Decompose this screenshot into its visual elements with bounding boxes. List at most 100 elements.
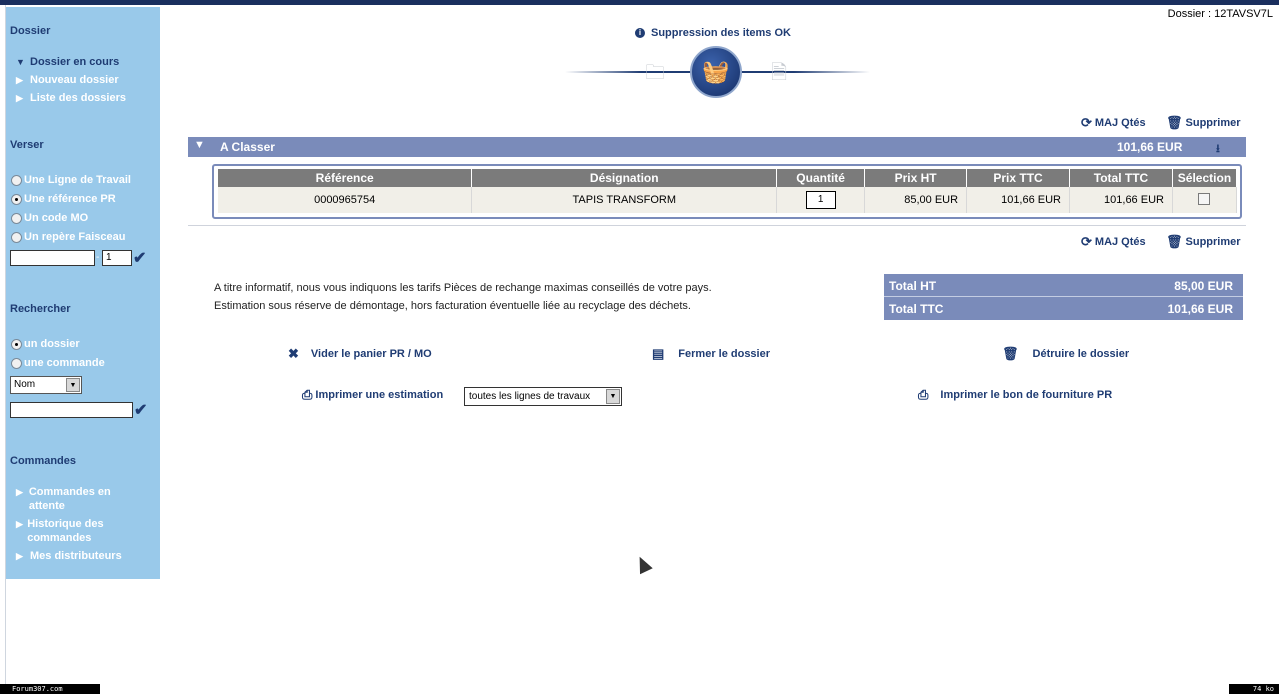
radio-label: Une Ligne de Travail bbox=[24, 174, 131, 186]
download-icon[interactable]: ⭳ bbox=[1216, 140, 1220, 159]
estimation-select[interactable]: toutes les lignes de travaux ▼ bbox=[464, 387, 622, 406]
col-total-ttc: Total TTC bbox=[1069, 169, 1173, 187]
select-value: Nom bbox=[14, 379, 36, 390]
cell-prix-ht: 85,00 EUR bbox=[864, 187, 968, 213]
section-amount: 101,66 EUR bbox=[1117, 140, 1183, 154]
fermer-dossier-button[interactable]: ▤ Fermer le dossier bbox=[652, 346, 770, 362]
verser-qty-input[interactable]: 1 bbox=[102, 250, 132, 266]
checkmark-icon[interactable]: ✔ bbox=[133, 248, 146, 268]
imprimer-bon-button[interactable]: ⎙ Imprimer le bon de fourniture PR bbox=[918, 387, 1112, 403]
radio-button[interactable] bbox=[11, 338, 22, 350]
radio-reference-pr[interactable]: Une référence PR bbox=[11, 193, 116, 205]
mouse-cursor-icon bbox=[633, 553, 653, 575]
sidebar-item-label: Liste des dossiers bbox=[30, 92, 126, 104]
folder-icon[interactable]: 🗀 bbox=[641, 58, 669, 84]
sidebar-item-label: Historique des commandes bbox=[27, 518, 104, 544]
col-prix-ttc: Prix TTC bbox=[966, 169, 1071, 187]
sidebar-item-label: Commandes en attente bbox=[28, 486, 111, 512]
cell-reference: 0000965754 bbox=[218, 187, 473, 213]
radio-un-dossier[interactable]: un dossier bbox=[11, 338, 80, 350]
sidebar-item-liste-des-dossiers[interactable]: ▶ Liste des dossiers bbox=[16, 91, 126, 105]
cell-quantite: 1 bbox=[776, 187, 866, 213]
radio-label: un dossier bbox=[24, 338, 80, 350]
sidebar-heading-rechercher: Rechercher bbox=[10, 303, 71, 315]
cell-total-ttc: 101,66 EUR bbox=[1069, 187, 1173, 213]
sidebar-item-mes-distributeurs[interactable]: ▶ Mes distributeurs bbox=[16, 549, 122, 563]
top-bar bbox=[0, 0, 1279, 5]
refresh-icon: ⟳ bbox=[1081, 115, 1092, 130]
checkmark-icon[interactable]: ✔ bbox=[134, 400, 147, 420]
imprimer-bon-label: Imprimer le bon de fourniture PR bbox=[940, 389, 1113, 401]
search-type-select[interactable]: Nom ▼ bbox=[10, 376, 82, 394]
radio-label: Une référence PR bbox=[24, 193, 116, 205]
sidebar-heading-verser: Verser bbox=[10, 139, 44, 151]
radio-repere-faisceau[interactable]: Un repère Faisceau bbox=[11, 231, 126, 243]
sidebar-item-nouveau-dossier[interactable]: ▶ Nouveau dossier bbox=[16, 73, 119, 87]
radio-button[interactable] bbox=[11, 174, 22, 186]
arrow-down-icon[interactable]: ▼ bbox=[194, 139, 205, 151]
radio-ligne-de-travail[interactable]: Une Ligne de Travail bbox=[11, 174, 131, 186]
table-header-row: Référence Désignation Quantité Prix HT P… bbox=[218, 169, 1238, 187]
total-ttc-label: Total TTC bbox=[889, 302, 944, 316]
radio-button[interactable] bbox=[11, 193, 22, 205]
items-table: Référence Désignation Quantité Prix HT P… bbox=[218, 169, 1238, 213]
supprimer-button-bottom[interactable]: 🗑 Supprimer bbox=[1166, 234, 1241, 250]
document-icon[interactable]: 🗎 bbox=[765, 58, 793, 84]
supprimer-label: Supprimer bbox=[1185, 236, 1241, 248]
sidebar-item-commandes-en-attente[interactable]: ▶ Commandes en attente bbox=[16, 485, 136, 513]
sidebar-heading-commandes: Commandes bbox=[10, 455, 77, 467]
radio-button[interactable] bbox=[11, 357, 22, 369]
footer-size: 74 ko bbox=[1229, 684, 1279, 694]
triangle-right-icon: ▶ bbox=[16, 487, 23, 497]
col-selection: Sélection bbox=[1172, 169, 1238, 187]
basket-icon[interactable]: 🧺 bbox=[690, 46, 742, 98]
trash-icon: 🗑 bbox=[1166, 234, 1183, 249]
triangle-down-icon: ▼ bbox=[16, 57, 25, 67]
maj-qtes-button-bottom[interactable]: ⟳ MAJ Qtés bbox=[1081, 234, 1146, 250]
info-icon: i bbox=[635, 28, 645, 38]
chevron-down-icon[interactable]: ▼ bbox=[66, 378, 80, 392]
chevron-down-icon[interactable]: ▼ bbox=[606, 389, 620, 404]
printer-icon: ⎙ bbox=[302, 387, 313, 402]
imprimer-estimation-button[interactable]: ⎙ Imprimer une estimation bbox=[302, 387, 443, 403]
vider-panier-button[interactable]: ✖ Vider le panier PR / MO bbox=[288, 346, 432, 362]
section-title: A Classer bbox=[220, 140, 275, 154]
section-bar-a-classer[interactable]: ▼ A Classer 101,66 EUR ⭳ bbox=[188, 137, 1246, 157]
radio-label: Un code MO bbox=[24, 212, 89, 224]
col-quantite: Quantité bbox=[776, 169, 866, 187]
fermer-label: Fermer le dossier bbox=[678, 348, 771, 360]
footer-watermark: Forum307.com bbox=[0, 684, 100, 694]
search-input[interactable] bbox=[10, 402, 133, 418]
radio-button[interactable] bbox=[11, 231, 22, 243]
dossier-id: Dossier : 12TAVSV7L bbox=[1167, 8, 1273, 20]
maj-label: MAJ Qtés bbox=[1094, 117, 1146, 129]
detruire-label: Détruire le dossier bbox=[1032, 348, 1130, 360]
status-text: Suppression des items OK bbox=[651, 27, 791, 39]
selection-checkbox[interactable] bbox=[1198, 192, 1211, 205]
vider-label: Vider le panier PR / MO bbox=[310, 348, 432, 360]
detruire-dossier-button[interactable]: 🗑 Détruire le dossier bbox=[1002, 346, 1129, 362]
radio-code-mo[interactable]: Un code MO bbox=[11, 212, 88, 224]
imprimer-estimation-label: Imprimer une estimation bbox=[315, 389, 444, 401]
verser-input[interactable] bbox=[10, 250, 95, 266]
sidebar-item-label: Dossier en cours bbox=[30, 56, 120, 68]
supprimer-label: Supprimer bbox=[1185, 117, 1241, 129]
total-ht-value: 85,00 EUR bbox=[1174, 279, 1233, 293]
triangle-right-icon: ▶ bbox=[16, 93, 23, 103]
sidebar-item-historique[interactable]: ▶ Historique des commandes bbox=[16, 517, 131, 545]
sidebar-item-dossier-en-cours[interactable]: ▼ Dossier en cours bbox=[16, 55, 119, 69]
total-ttc-value: 101,66 EUR bbox=[1167, 302, 1233, 316]
quantity-input[interactable]: 1 bbox=[805, 191, 836, 209]
supprimer-button[interactable]: 🗑 Supprimer bbox=[1166, 115, 1241, 131]
radio-une-commande[interactable]: une commande bbox=[11, 357, 105, 369]
x-icon: ✖ bbox=[288, 346, 299, 361]
maj-label: MAJ Qtés bbox=[1094, 236, 1146, 248]
col-reference: Référence bbox=[218, 169, 473, 187]
refresh-icon: ⟳ bbox=[1081, 234, 1092, 249]
dash-separator: - bbox=[96, 252, 100, 263]
radio-button[interactable] bbox=[11, 212, 22, 224]
maj-qtes-button[interactable]: ⟳ MAJ Qtés bbox=[1081, 115, 1146, 131]
totals-box: Total HT 85,00 EUR Total TTC 101,66 EUR bbox=[884, 274, 1243, 320]
trash-icon: 🗑 bbox=[1166, 115, 1183, 130]
sidebar-item-label: Nouveau dossier bbox=[30, 74, 119, 86]
